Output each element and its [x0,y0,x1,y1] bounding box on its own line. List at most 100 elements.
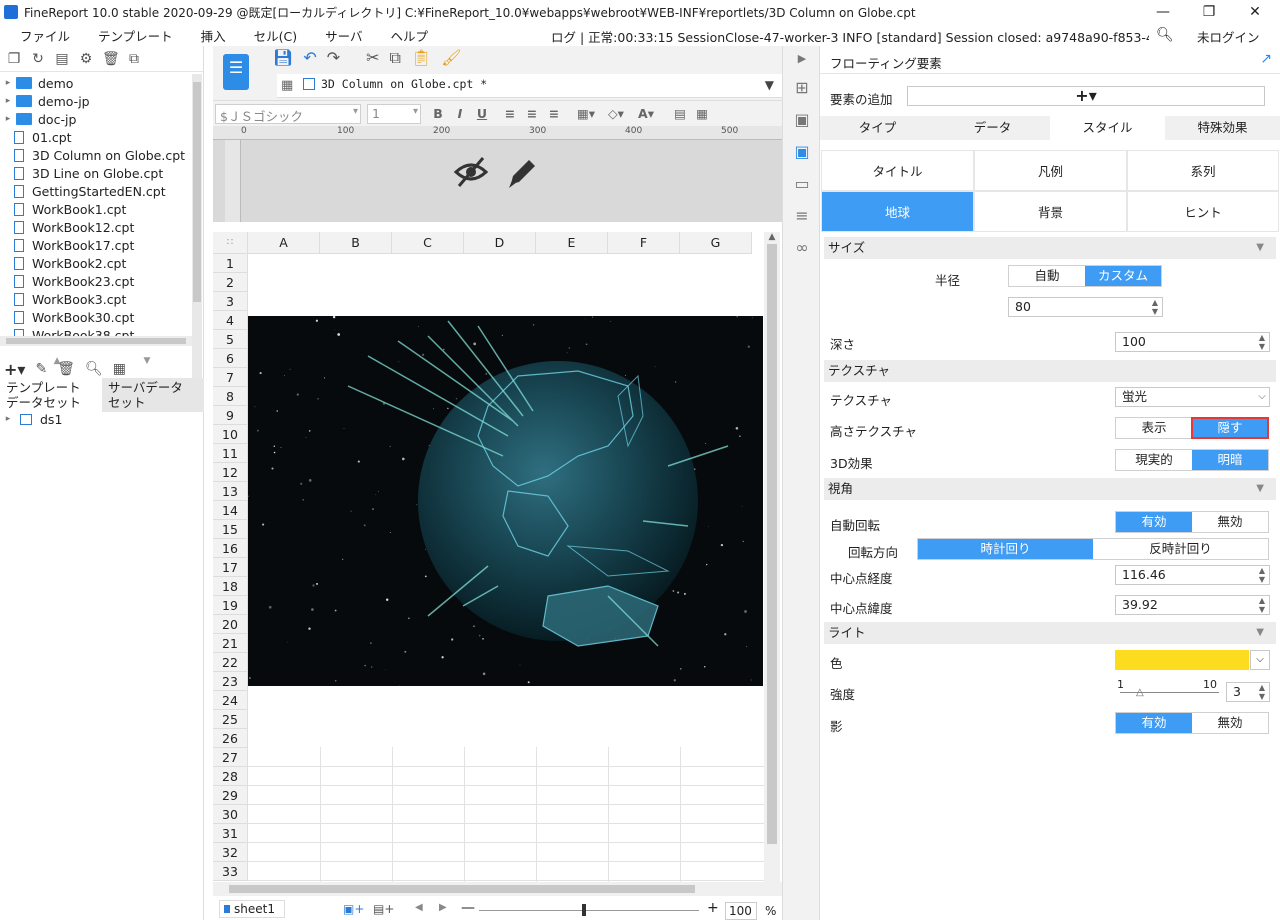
clockwise-button[interactable]: 時計回り [918,539,1093,559]
row-header[interactable]: 33 [213,862,248,881]
floating-element-icon[interactable]: ▣ [783,136,821,168]
row-header[interactable]: 3 [213,292,248,311]
tree-file[interactable]: WorkBook23.cpt [0,272,192,290]
longitude-input[interactable]: 116.46 ▲ ▼ [1115,565,1270,585]
radius-custom-button[interactable]: カスタム [1085,266,1161,286]
row-header[interactable]: 6 [213,349,248,368]
tab-server-dataset[interactable]: サーバデータ セット [102,378,204,412]
autorotate-off-button[interactable]: 無効 [1192,512,1268,532]
next-sheet-icon[interactable]: ▶ [439,902,447,913]
row-header[interactable]: 7 [213,368,248,387]
row-header[interactable]: 27 [213,748,248,767]
sheet-hscrollbar[interactable] [213,882,782,896]
light-color-swatch[interactable] [1115,650,1249,670]
effect-realistic-button[interactable]: 現実的 [1116,450,1192,470]
font-select[interactable]: $ＪＳゴシック [215,103,361,124]
restore-button[interactable]: ❐ [1186,0,1232,24]
row-header[interactable]: 24 [213,691,248,710]
add-element-dropdown[interactable]: +▾ [907,86,1265,106]
refresh-icon[interactable]: ↻ [30,51,46,67]
preview-icon[interactable]: 🔍︎ [85,361,103,377]
format-painter-icon[interactable]: 🖌︎ [441,48,461,68]
row-header[interactable]: 2 [213,273,248,292]
row-header[interactable]: 20 [213,615,248,634]
collapse-arrow-icon[interactable]: ▶ [783,46,821,72]
row-header[interactable]: 14 [213,501,248,520]
close-button[interactable]: ✕ [1232,0,1278,24]
row-header[interactable]: 12 [213,463,248,482]
height-texture-show-button[interactable]: 表示 [1116,418,1192,438]
tree-file[interactable]: WorkBook17.cpt [0,236,192,254]
row-header[interactable]: 1 [213,254,248,273]
zoom-input[interactable]: 100 [725,902,757,920]
row-header[interactable]: 10 [213,425,248,444]
delete-icon[interactable]: 🗑︎ [102,51,120,67]
column-header[interactable]: F [608,232,680,254]
cell-element-icon[interactable]: ▣ [783,104,821,136]
redo-icon[interactable]: ↷ [327,48,340,68]
delete-dataset-icon[interactable]: 🗑︎ [57,361,75,377]
add-report-sheet-icon[interactable]: ▣+ [343,902,364,916]
tree-file[interactable]: WorkBook30.cpt [0,308,192,326]
section-view[interactable]: 視角 ▼ [824,478,1276,500]
paste-icon[interactable]: 📋︎ [411,48,431,68]
shadow-on-button[interactable]: 有効 [1116,713,1192,733]
intensity-slider[interactable] [1120,692,1219,693]
zoom-out-button[interactable]: — [461,900,475,916]
tree-file[interactable]: GettingStartedEN.cpt [0,182,192,200]
style-button[interactable]: タイトル [821,150,974,191]
copy-toolbar-icon[interactable]: ⧉ [390,48,401,68]
intensity-input[interactable]: 3 ▲ ▼ [1226,682,1270,702]
dataset-item[interactable]: ▸ ds1 [0,410,63,428]
row-header[interactable]: 28 [213,767,248,786]
row-header[interactable]: 25 [213,710,248,729]
height-texture-hide-button[interactable]: 隠す [1191,417,1269,439]
property-tab[interactable]: データ [935,116,1050,140]
menu-template[interactable]: テンプレート [84,26,187,45]
search-icon[interactable]: 🔍︎ [1156,27,1174,43]
login-status[interactable]: 未ログイン [1197,27,1260,46]
color-dropdown-icon[interactable]: ⌵ [1250,650,1270,670]
row-header[interactable]: 32 [213,843,248,862]
hide-eye-icon[interactable] [453,154,489,198]
prev-sheet-icon[interactable]: ◀ [415,902,423,913]
italic-icon[interactable]: I [449,106,471,121]
effect-shading-button[interactable]: 明暗 [1192,450,1268,470]
column-header[interactable]: E [536,232,608,254]
row-header[interactable]: 31 [213,824,248,843]
sheet-vscrollbar[interactable]: ▲ [764,232,780,882]
bold-icon[interactable]: B [427,106,449,121]
property-tab[interactable]: スタイル [1050,116,1165,140]
row-header[interactable]: 8 [213,387,248,406]
style-button[interactable]: 地球 [821,191,974,232]
add-dataset-icon[interactable]: +▾ [4,360,25,379]
counterclockwise-button[interactable]: 反時計回り [1093,539,1268,559]
row-header[interactable]: 16 [213,539,248,558]
style-button[interactable]: 凡例 [974,150,1127,191]
merge-icon[interactable]: ▤ [669,106,691,121]
section-texture[interactable]: テクスチャ [824,360,1276,382]
latitude-input[interactable]: 39.92 ▲ ▼ [1115,595,1270,615]
cell-attr-icon[interactable]: ⊞ [783,72,821,104]
menu-server[interactable]: サーバ [311,26,376,45]
widget-icon[interactable]: ▭ [783,168,821,200]
cut-icon[interactable]: ✂ [366,48,379,68]
document-tab[interactable]: 3D Column on Globe.cpt * [303,77,487,91]
column-header[interactable]: A [248,232,320,254]
condition-icon[interactable]: ≡ [783,200,821,232]
tree-file[interactable]: 3D Line on Globe.cpt [0,164,192,182]
column-header[interactable]: C [392,232,464,254]
tree-file[interactable]: WorkBook1.cpt [0,200,192,218]
sheet-tab[interactable]: sheet1 [219,900,285,918]
row-header[interactable]: 11 [213,444,248,463]
log-status[interactable]: ログ | 正常:00:33:15 SessionClose-47-worker-… [551,27,1149,46]
tree-hscrollbar[interactable] [0,336,192,346]
grid-icon[interactable]: ▦ [281,78,293,93]
section-size[interactable]: サイズ ▼ [824,237,1276,259]
settings-icon[interactable]: ⚙ [78,51,94,67]
fill-color-icon[interactable]: ◇▾ [601,106,631,121]
row-header[interactable]: 26 [213,729,248,748]
shadow-off-button[interactable]: 無効 [1192,713,1268,733]
edit-icon[interactable]: ✎ [35,361,47,377]
tab-template-dataset[interactable]: テンプレート データセット [0,378,102,412]
